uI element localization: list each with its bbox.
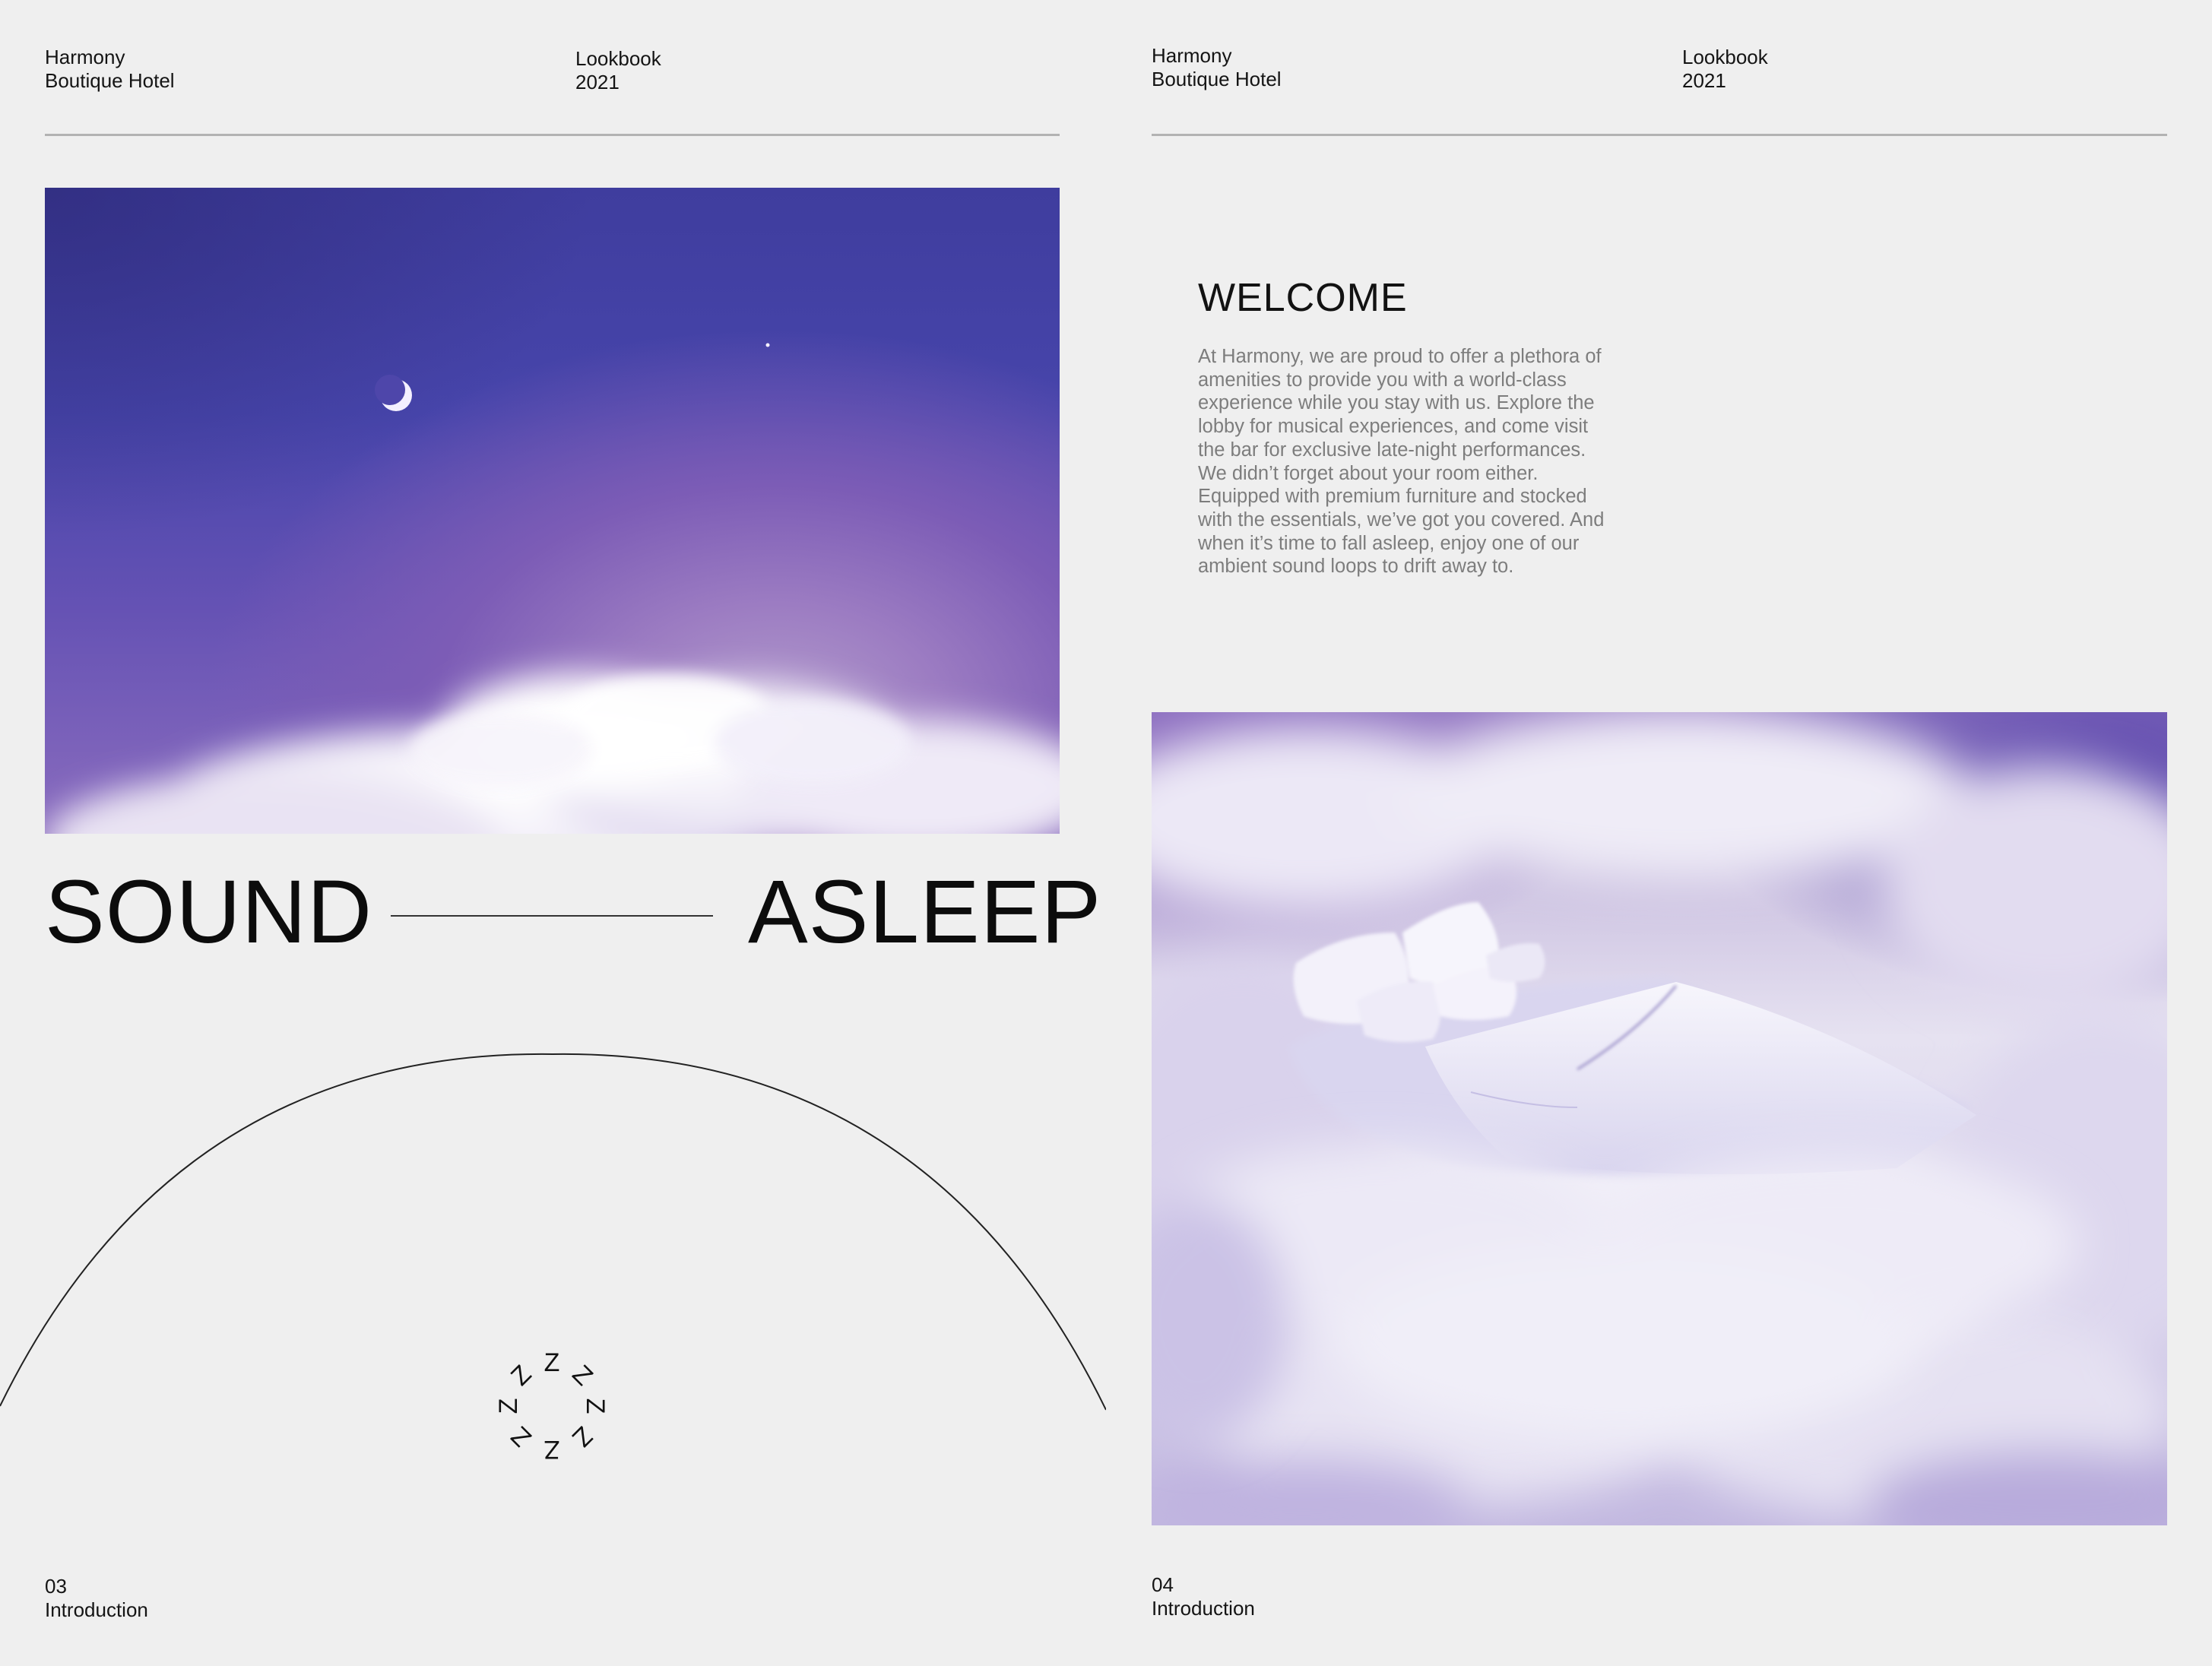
header-doc-line2: 2021	[1682, 69, 1726, 92]
sky-illustration	[46, 343, 1060, 834]
header-doc-line1: Lookbook	[575, 47, 661, 70]
star-dot	[765, 343, 770, 347]
welcome-line: At Harmony, we are proud to offer a plet…	[1198, 346, 1602, 367]
welcome-body: At Harmony, we are proud to offer a plet…	[1198, 345, 1654, 578]
night-sky-photo	[45, 188, 1060, 834]
footer-page-number: 04	[1152, 1573, 1174, 1596]
header-doc: Lookbook 2021	[1682, 46, 1768, 93]
welcome-title: WELCOME	[1198, 276, 1408, 320]
crescent-moon-icon	[375, 375, 412, 411]
footer-section: Introduction	[1152, 1597, 1255, 1620]
bed-icon	[1288, 902, 1976, 1176]
lookbook-spread: Harmony Boutique Hotel Lookbook 2021 SOU…	[0, 0, 2212, 1666]
title-word-asleep: ASLEEP	[748, 862, 1102, 962]
footer-section: Introduction	[45, 1598, 148, 1621]
welcome-line: ambient sound loops to drift away to.	[1198, 556, 1514, 578]
bed-illustration	[1152, 712, 2167, 1525]
welcome-line: amenities to provide you with a world-cl…	[1198, 369, 1567, 391]
sleep-z-glyph: Z	[544, 1435, 560, 1464]
welcome-line: Equipped with premium furniture and stoc…	[1198, 486, 1587, 508]
title-word-sound: SOUND	[45, 862, 373, 962]
footer: 04 Introduction	[1152, 1573, 1255, 1620]
header-divider	[1152, 134, 2167, 136]
header-brand-line1: Harmony	[45, 46, 125, 68]
welcome-line: experience while you stay with us. Explo…	[1198, 392, 1595, 414]
header-brand-line1: Harmony	[1152, 44, 1232, 67]
sleep-z-glyph: Z	[567, 1421, 599, 1453]
sleep-z-glyph: Z	[505, 1421, 537, 1453]
footer-page-number: 03	[45, 1575, 67, 1598]
welcome-line: when it’s time to fall asleep, enjoy one…	[1198, 532, 1580, 554]
title-connector-line	[391, 915, 713, 917]
welcome-line: with the essentials, we’ve got you cover…	[1198, 508, 1605, 531]
header-brand-line2: Boutique Hotel	[45, 69, 175, 92]
header-doc-line1: Lookbook	[1682, 46, 1768, 68]
page-right: Harmony Boutique Hotel Lookbook 2021 WEL…	[1106, 0, 2212, 1666]
header-doc: Lookbook 2021	[575, 47, 661, 94]
bed-on-clouds-photo	[1152, 712, 2167, 1525]
welcome-line: We didn’t forget about your room either.	[1198, 462, 1539, 484]
header-brand-line2: Boutique Hotel	[1152, 68, 1282, 90]
header-divider	[45, 134, 1060, 136]
page-left: Harmony Boutique Hotel Lookbook 2021 SOU…	[0, 0, 1106, 1666]
header-brand: Harmony Boutique Hotel	[45, 46, 175, 93]
welcome-line: lobby for musical experiences, and come …	[1198, 416, 1589, 438]
header-brand: Harmony Boutique Hotel	[1152, 44, 1282, 91]
header-doc-line2: 2021	[575, 71, 620, 93]
decorative-arc	[0, 1053, 1106, 1411]
footer: 03 Introduction	[45, 1575, 148, 1622]
welcome-line: the bar for exclusive late-night perform…	[1198, 439, 1586, 461]
